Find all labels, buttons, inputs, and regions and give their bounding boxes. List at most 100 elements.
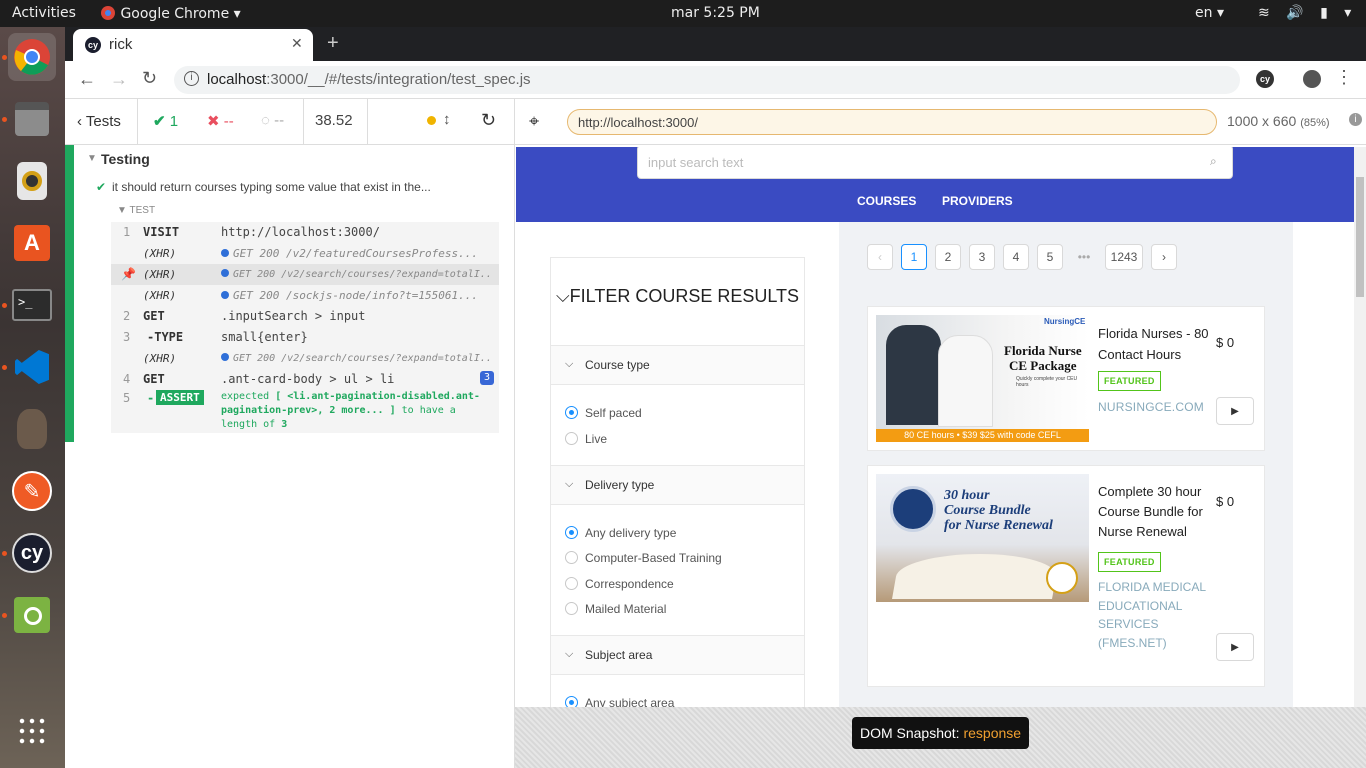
address-bar[interactable]: i localhost:3000/__/#/tests/integration/…: [174, 66, 1240, 94]
command-xhr[interactable]: (XHR) GET 200 /v2/search/courses/?expand=…: [111, 348, 499, 369]
filter-title[interactable]: ⌵FILTER COURSE RESULTS: [556, 286, 799, 307]
app-grid-icon: [17, 716, 47, 746]
search-input[interactable]: input search text ⌕: [637, 147, 1233, 179]
suite-pass-bar: [65, 145, 74, 442]
open-book-image: [892, 554, 1060, 599]
aut-url-bar[interactable]: http://localhost:3000/: [567, 109, 1217, 135]
tests-button[interactable]: ‹ Tests: [77, 113, 121, 130]
forward-arrow-icon[interactable]: →: [110, 69, 128, 90]
radio-self-paced[interactable]: [565, 406, 578, 419]
filter-course-type-header[interactable]: ⌵ Course type: [551, 345, 804, 385]
search-icon[interactable]: ⌕: [1210, 154, 1217, 169]
new-tab-button[interactable]: +: [327, 32, 339, 55]
pagination-item[interactable]: 1: [901, 244, 927, 270]
cypress-extension-icon[interactable]: cy: [1256, 70, 1274, 88]
info-icon[interactable]: i: [1349, 113, 1362, 126]
provider-link[interactable]: NURSINGCE.COM: [1098, 400, 1204, 414]
chrome-launcher[interactable]: [8, 33, 56, 81]
dom-snapshot-banner: DOM Snapshot: response: [852, 717, 1029, 749]
aut-scrollbar[interactable]: [1354, 147, 1366, 707]
pagination-item[interactable]: 3: [969, 244, 995, 270]
pagination-prev[interactable]: ‹: [867, 244, 893, 270]
hooks-chevron-icon[interactable]: ▼ TEST: [117, 205, 155, 216]
app-menu[interactable]: Google Chrome ▾: [100, 5, 241, 22]
filter-delivery-type-header[interactable]: ⌵ Delivery type: [551, 465, 804, 505]
person-figure: [886, 325, 941, 425]
pagination-item[interactable]: 2: [935, 244, 961, 270]
course-thumbnail: NursingCE Florida Nurse CE Package Quick…: [876, 315, 1089, 442]
pagination-item[interactable]: 4: [1003, 244, 1029, 270]
radio-computer-based[interactable]: [565, 551, 578, 564]
dbeaver-launcher[interactable]: [8, 405, 56, 453]
rerun-icon[interactable]: ↻: [481, 110, 496, 131]
auto-scroll-arrows-icon[interactable]: ↕: [443, 111, 451, 128]
browser-tab[interactable]: cy rick ✕: [73, 29, 313, 61]
menu-kebab-icon[interactable]: ⋮: [1335, 67, 1353, 88]
radio-any-delivery[interactable]: [565, 526, 578, 539]
command-xhr[interactable]: (XHR) GET 200 /v2/featuredCoursesProfess.…: [111, 243, 499, 264]
nav-providers[interactable]: PROVIDERS: [942, 194, 1013, 208]
info-icon[interactable]: i: [184, 71, 199, 86]
vscode-launcher[interactable]: [8, 343, 56, 391]
show-applications-button[interactable]: [8, 707, 56, 755]
pagination-item[interactable]: 1243: [1105, 244, 1143, 270]
radio-correspondence[interactable]: [565, 577, 578, 590]
xhr-status-dot: [221, 249, 229, 257]
postman-launcher[interactable]: ✎: [8, 467, 56, 515]
course-thumbnail: 30 hour Course Bundle for Nurse Renewal: [876, 474, 1089, 602]
command-get[interactable]: 2 GET .inputSearch > input: [111, 306, 499, 327]
radio-live[interactable]: [565, 432, 578, 445]
beaver-icon: [17, 409, 47, 449]
scrollbar-thumb[interactable]: [1356, 177, 1364, 297]
course-price: $ 0: [1216, 335, 1235, 350]
course-card[interactable]: 30 hour Course Bundle for Nurse Renewal …: [867, 465, 1265, 687]
url-text: localhost:3000/__/#/tests/integration/te…: [207, 71, 531, 88]
pagination-item[interactable]: 5: [1037, 244, 1063, 270]
filter-panel: ⌵FILTER COURSE RESULTS ⌵ Course type Sel…: [550, 257, 805, 707]
pagination-next[interactable]: ›: [1151, 244, 1177, 270]
profile-avatar-icon[interactable]: [1303, 70, 1321, 88]
suite-title[interactable]: Testing: [101, 151, 150, 167]
play-button[interactable]: ▶: [1216, 633, 1254, 661]
command-get[interactable]: 4 GET .ant-card-body > ul > li 3: [111, 369, 499, 388]
activities-button[interactable]: Activities: [12, 5, 76, 21]
radio-mailed-material[interactable]: [565, 602, 578, 615]
files-launcher[interactable]: [8, 95, 56, 143]
cypress-launcher[interactable]: cy: [8, 529, 56, 577]
selector-playground-crosshair-icon[interactable]: ⌖: [529, 111, 539, 132]
test-title[interactable]: it should return courses typing some val…: [112, 180, 431, 194]
command-xhr[interactable]: (XHR) GET 200 /sockjs-node/info?t=155061.…: [111, 285, 499, 306]
command-xhr[interactable]: 📌 (XHR) GET 200 /v2/search/courses/?expand…: [111, 264, 499, 285]
collapse-chevron-icon[interactable]: ▼: [87, 153, 97, 164]
ubuntu-dock: A >_ ✎ cy: [0, 27, 65, 768]
course-title[interactable]: Florida Nurses - 80 Contact Hours: [1098, 323, 1210, 365]
play-button[interactable]: ▶: [1216, 397, 1254, 425]
command-visit[interactable]: 1 VISIT http://localhost:3000/: [111, 222, 499, 243]
auto-scroll-indicator-icon[interactable]: [427, 116, 436, 125]
back-arrow-icon[interactable]: ←: [78, 69, 96, 90]
provider-link[interactable]: FLORIDA MEDICAL EDUCATIONAL SERVICES (FM…: [1098, 578, 1208, 652]
command-assert[interactable]: 5 - ASSERT expected [ <li.ant-pagination…: [111, 388, 499, 433]
radio-any-subject[interactable]: [565, 696, 578, 707]
rhythmbox-launcher[interactable]: [8, 157, 56, 205]
seal-icon: [890, 486, 936, 532]
system-tray-icons[interactable]: ≋ 🔊 ▮ ▾: [1258, 5, 1357, 21]
filter-subject-area-header[interactable]: ⌵ Subject area: [551, 635, 804, 675]
command-type[interactable]: 3 -TYPE small{enter}: [111, 327, 499, 348]
close-tab-icon[interactable]: ✕: [291, 35, 303, 52]
chrome-icon: [101, 6, 115, 20]
chevron-down-icon: ⌵: [565, 648, 574, 660]
language-indicator[interactable]: en ▾: [1195, 5, 1224, 21]
nav-courses[interactable]: COURSES: [857, 194, 916, 208]
terminal-launcher[interactable]: >_: [8, 281, 56, 329]
course-price: $ 0: [1216, 494, 1235, 509]
log-viewer-launcher[interactable]: [8, 591, 56, 639]
course-card[interactable]: NursingCE Florida Nurse CE Package Quick…: [867, 306, 1265, 451]
featured-badge: FEATURED: [1098, 371, 1161, 391]
passed-count: ✔ 1: [153, 113, 179, 130]
clock[interactable]: mar 5:25 PM: [671, 5, 760, 21]
reload-icon[interactable]: ↻: [142, 68, 157, 89]
pagination-ellipsis[interactable]: •••: [1071, 244, 1097, 270]
course-title[interactable]: Complete 30 hour Course Bundle for Nurse…: [1098, 482, 1210, 542]
software-center-launcher[interactable]: A: [8, 219, 56, 267]
